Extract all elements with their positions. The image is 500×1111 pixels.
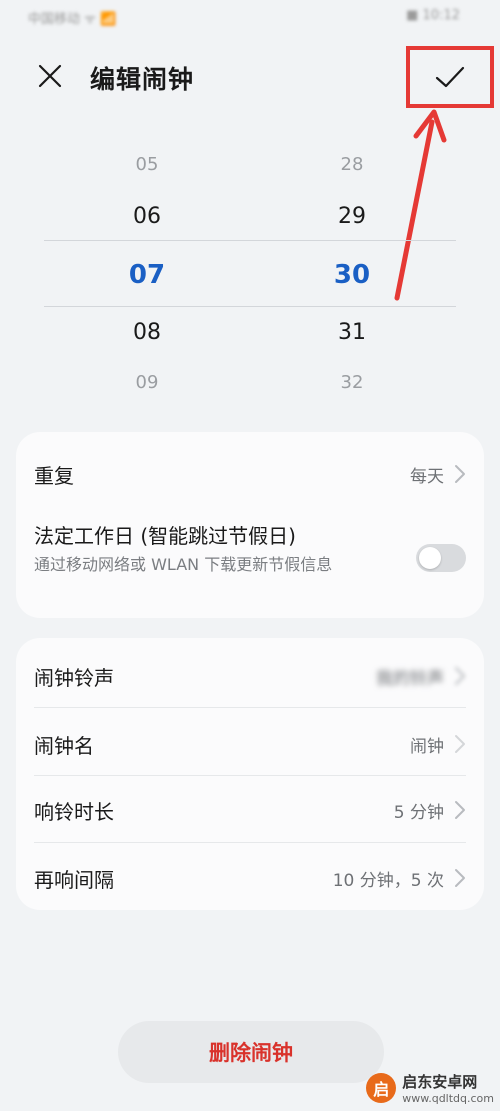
picker-bottom-line [44,306,456,307]
minute-value[interactable]: 31 [322,320,382,345]
minute-value[interactable]: 28 [322,154,382,175]
status-bar: 中国移动 ᯤ 📶 ■ 10:12 [0,0,500,34]
page-title: 编辑闹钟 [90,65,195,94]
snooze-row[interactable]: 再响间隔 10 分钟，5 次 [34,854,466,902]
workday-label: 法定工作日 (智能跳过节假日) [34,524,296,548]
chevron-right-icon [455,869,465,887]
settings-card-repeat: 重复 每天 法定工作日 (智能跳过节假日) 通过移动网络或 WLAN 下载更新节… [16,432,484,618]
hour-value[interactable]: 06 [117,204,177,229]
duration-label: 响铃时长 [34,800,114,824]
hour-value[interactable]: 08 [117,320,177,345]
picker-top-line [44,240,456,241]
alarm-name-value: 闹钟 [410,737,444,757]
delete-alarm-button[interactable]: 删除闹钟 [118,1021,384,1083]
workday-desc: 通过移动网络或 WLAN 下载更新节假信息 [34,555,333,574]
delete-alarm-label: 删除闹钟 [209,1041,293,1065]
workday-row[interactable]: 法定工作日 (智能跳过节假日) 通过移动网络或 WLAN 下载更新节假信息 [34,516,466,606]
settings-card-alarm: 闹钟铃声 我的铃声 闹钟名 闹钟 响铃时长 5 分钟 再响间隔 10 分钟，5 … [16,638,484,910]
hour-selected[interactable]: 07 [117,260,177,290]
duration-value: 5 分钟 [393,803,444,823]
duration-row[interactable]: 响铃时长 5 分钟 [34,786,466,834]
watermark-name: 启东安卓网 [402,1073,478,1091]
watermark: 启 启东安卓网 www.qdltdq.com [366,1071,494,1105]
alarm-name-row[interactable]: 闹钟名 闹钟 [34,720,466,768]
hour-value[interactable]: 05 [117,154,177,175]
chevron-right-icon [455,465,465,483]
time-picker[interactable]: 05 06 07 08 09 28 29 30 31 32 [0,140,500,400]
watermark-url: www.qdltdq.com [402,1092,494,1105]
minute-value[interactable]: 32 [322,372,382,393]
close-icon [38,64,62,88]
snooze-label: 再响间隔 [34,868,114,892]
check-icon [435,66,465,88]
workday-toggle[interactable] [416,544,466,572]
status-right: ■ 10:12 [406,8,460,23]
ringtone-row[interactable]: 闹钟铃声 我的铃声 [34,652,466,700]
toggle-knob [419,547,441,569]
chevron-right-icon [455,735,465,753]
divider [34,707,466,708]
hour-value[interactable]: 09 [117,372,177,393]
header: 编辑闹钟 [0,46,500,108]
alarm-name-label: 闹钟名 [34,734,94,758]
minute-value[interactable]: 29 [322,204,382,229]
ringtone-label: 闹钟铃声 [34,666,114,690]
repeat-row[interactable]: 重复 每天 [34,452,466,496]
snooze-value: 10 分钟，5 次 [332,871,444,891]
divider [34,775,466,776]
chevron-right-icon [455,667,465,685]
divider [34,842,466,843]
chevron-right-icon [455,801,465,819]
minute-selected[interactable]: 30 [322,260,382,290]
repeat-label: 重复 [34,464,74,488]
confirm-button[interactable] [406,46,494,108]
repeat-value: 每天 [410,467,444,487]
ringtone-value: 我的铃声 [376,669,444,689]
close-button[interactable] [34,60,66,92]
status-carrier: 中国移动 ᯤ 📶 [28,12,117,27]
watermark-logo: 启 [366,1073,397,1103]
watermark-text: 启东安卓网 www.qdltdq.com [402,1071,494,1105]
